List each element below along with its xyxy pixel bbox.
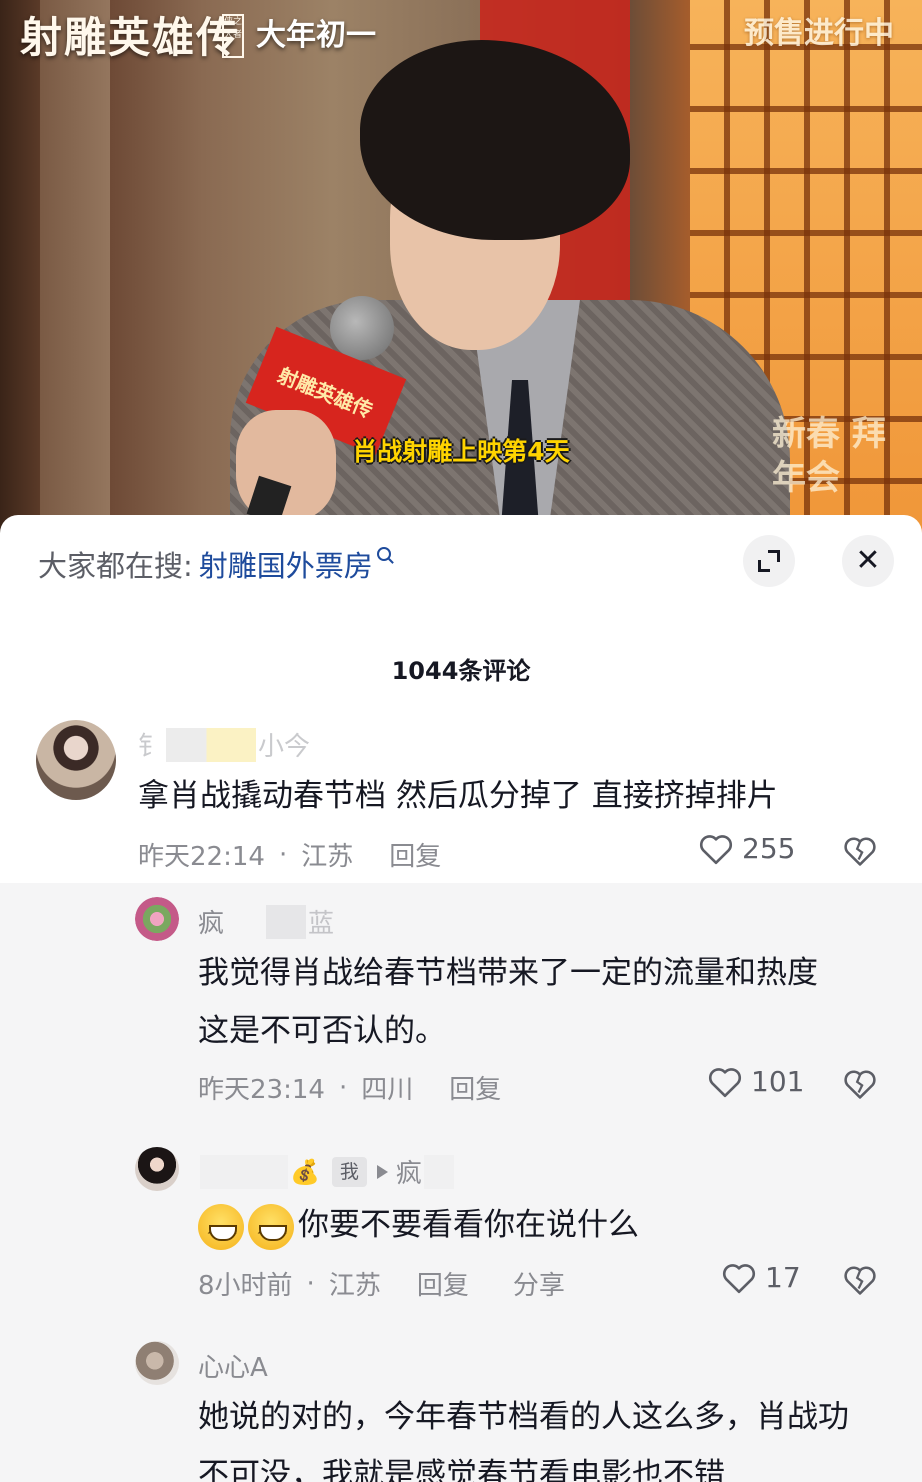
reply-author[interactable]: 疯 蓝: [198, 903, 334, 940]
like-button[interactable]: 17: [721, 1261, 801, 1294]
comment-time: 8小时前: [198, 1271, 293, 1301]
comment-text: 拿肖战撬动春节档 然后瓜分掉了 直接挤掉排片: [138, 778, 778, 814]
name-redaction: [200, 1154, 288, 1189]
reply-to-name: 疯: [395, 1159, 422, 1189]
comment-meta: 昨天22:14 · 江苏 回复: [138, 836, 441, 873]
comment-location: 江苏: [328, 1271, 381, 1301]
like-button[interactable]: 255: [698, 832, 795, 865]
reply-meta: 8小时前 · 江苏 回复 分享: [198, 1265, 565, 1302]
avatar[interactable]: [36, 720, 116, 800]
comment-location: 江苏: [301, 842, 354, 872]
close-button[interactable]: ✕: [842, 535, 894, 587]
reply-text: 你要不要看看你在说什么: [198, 1197, 639, 1264]
avatar[interactable]: [135, 897, 179, 941]
reply-text-line-1: 我觉得肖战给春节档带来了一定的流量和热度: [198, 955, 818, 991]
video-player[interactable]: 射雕英雄传 射雕英雄传 侠之大者 大年初一 预售进行中 新春 拜年会 肖战射雕上…: [0, 0, 922, 540]
like-count: 101: [751, 1065, 805, 1098]
trending-search-prefix: 大家都在搜:: [38, 549, 193, 583]
reply-button[interactable]: 回复: [417, 1265, 469, 1302]
like-count: 255: [742, 832, 796, 865]
show-logo: 射雕英雄传: [20, 13, 241, 62]
laughing-emoji-icon: [248, 1203, 294, 1264]
avatar[interactable]: [135, 1147, 179, 1191]
name-redaction: [423, 1154, 454, 1189]
comment-sheet: 大家都在搜: 射雕国外票房 ✕ 1044条评论 钅 小今 拿肖战撬动春节档 然后…: [0, 515, 922, 1482]
reply-arrow-icon: [376, 1164, 388, 1179]
search-icon: [376, 547, 391, 561]
dislike-icon[interactable]: [843, 1068, 877, 1100]
presale-text: 预售进行中: [744, 16, 894, 51]
comment-location: 四川: [361, 1075, 414, 1105]
like-button[interactable]: 101: [707, 1065, 804, 1098]
reply-text-line-2: 这是不可否认的。: [198, 1013, 446, 1049]
meta-separator: ·: [278, 839, 288, 870]
money-bag-icon: 💰: [290, 1157, 320, 1186]
reply-text-line-1: 她说的对的，今年春节档看的人这么多，肖战功: [198, 1399, 849, 1435]
reply-meta: 昨天23:14 · 四川 回复: [198, 1069, 501, 1106]
dislike-icon[interactable]: [843, 835, 877, 867]
heart-icon: [722, 1263, 756, 1293]
comment-time: 昨天23:14: [198, 1075, 325, 1105]
author-name: 心心A: [198, 1353, 268, 1383]
reply-author[interactable]: 心心A: [198, 1347, 268, 1384]
show-logo-seal: 侠之大者: [222, 14, 244, 58]
reply-button[interactable]: 回复: [389, 836, 441, 873]
like-count: 17: [765, 1261, 801, 1294]
author-name-suffix: 小今: [258, 732, 311, 762]
heart-icon: [708, 1067, 742, 1097]
me-tag: 我: [331, 1156, 367, 1187]
author-name-prefix: 钅: [138, 732, 165, 762]
share-button[interactable]: 分享: [513, 1265, 565, 1302]
reply-author[interactable]: 💰 我 疯: [198, 1153, 456, 1190]
trending-search[interactable]: 大家都在搜: 射雕国外票房: [38, 543, 391, 585]
reply-button[interactable]: 回复: [449, 1069, 501, 1106]
laughing-emoji-icon: [198, 1203, 244, 1264]
video-subtitle: 肖战射雕上映第4天: [352, 437, 570, 466]
release-date-text: 大年初一: [256, 18, 376, 53]
microphone-head: [330, 296, 394, 360]
meta-separator: ·: [338, 1072, 348, 1103]
meta-separator: ·: [306, 1268, 315, 1299]
author-name-prefix: 疯: [198, 909, 225, 939]
comment-author[interactable]: 钅 小今: [138, 726, 310, 763]
comment-count: 1044条评论: [391, 657, 531, 685]
comment-time: 昨天22:14: [138, 842, 265, 872]
expand-icon: [758, 550, 780, 572]
close-icon: ✕: [855, 543, 881, 578]
reply-text-content: 你要不要看看你在说什么: [298, 1207, 639, 1243]
name-redaction: [226, 904, 307, 939]
heart-icon: [699, 834, 733, 864]
reply-text-line-2: 不可没，我就是感觉春节看电影也不错: [198, 1457, 725, 1482]
name-redaction: [166, 727, 257, 762]
avatar[interactable]: [135, 1341, 179, 1385]
author-name-suffix: 蓝: [308, 909, 335, 939]
expand-button[interactable]: [743, 535, 795, 587]
trending-search-term[interactable]: 射雕国外票房: [199, 543, 373, 585]
dislike-icon[interactable]: [843, 1264, 877, 1296]
